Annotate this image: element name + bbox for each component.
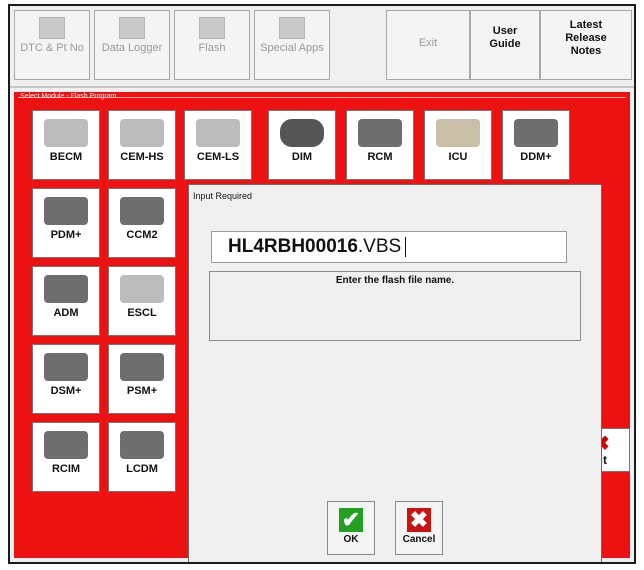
special-apps-icon [279,17,305,39]
text-caret [405,236,407,257]
module-label: CEM-HS [120,151,164,163]
module-label: LCDM [126,463,158,475]
data-logger-label: Data Logger [101,42,163,54]
module-image [514,119,558,147]
dialog-message: Enter the flash file name. [209,271,581,341]
exit-label: Exit [418,37,438,49]
module-dsm-plus[interactable]: DSM+ [32,344,100,414]
module-image [44,119,88,147]
module-label: DSM+ [50,385,82,397]
dtc-pt-button[interactable]: DTC & Pt No [14,10,90,80]
checkmark-icon: ✔ [339,508,363,532]
module-cem-ls[interactable]: CEM-LS [184,110,252,180]
latest-release-notes-label: Latest Release Notes [565,19,607,57]
module-image [120,353,164,381]
module-label: PDM+ [50,229,82,241]
module-lcdm[interactable]: LCDM [108,422,176,492]
module-image [120,197,164,225]
cancel-label: Cancel [402,534,436,545]
module-image [44,197,88,225]
input-value-bold: HL4RBH00016 [228,236,358,257]
module-label: ADM [53,307,79,319]
module-label: CCM2 [126,229,158,241]
module-rcm[interactable]: RCM [346,110,414,180]
data-logger-icon [119,17,145,39]
module-image [44,353,88,381]
special-apps-label: Special Apps [260,42,324,54]
module-image [44,431,88,459]
module-label: ICU [448,151,468,163]
module-psm-plus[interactable]: PSM+ [108,344,176,414]
user-guide-label: User Guide [489,25,521,50]
module-pdm-plus[interactable]: PDM+ [32,188,100,258]
module-image [120,275,164,303]
module-image [120,431,164,459]
cancel-x-icon: ✖ [407,508,431,532]
input-value-ext: .VBS [357,236,402,257]
module-image [280,119,324,147]
module-image [436,119,480,147]
module-label: DIM [291,151,313,163]
flash-label: Flash [198,42,226,54]
input-required-dialog: Input Required HL4RBH00016.VBS Enter the… [188,184,602,562]
dtc-label: DTC & Pt No [20,42,84,54]
module-ddm-plus[interactable]: DDM+ [502,110,570,180]
module-image [358,119,402,147]
module-becm[interactable]: BECM [32,110,100,180]
module-adm[interactable]: ADM [32,266,100,336]
ok-button[interactable]: ✔ OK [327,501,375,555]
module-image [196,119,240,147]
cancel-button[interactable]: ✖ Cancel [395,501,443,555]
special-apps-button[interactable]: Special Apps [254,10,330,80]
flash-file-name-input[interactable]: HL4RBH00016.VBS [211,231,567,263]
ok-label: OK [343,534,359,545]
exit-button[interactable]: Exit [386,10,470,80]
toolbar-separator [10,86,634,88]
module-ccm2[interactable]: CCM2 [108,188,176,258]
data-logger-button[interactable]: Data Logger [94,10,170,80]
module-dim[interactable]: DIM [268,110,336,180]
module-image [120,119,164,147]
toolbar: DTC & Pt No Data Logger Flash Special Ap… [10,6,634,88]
module-escl[interactable]: ESCL [108,266,176,336]
module-label: PSM+ [126,385,158,397]
module-image [44,275,88,303]
module-label: RCM [367,151,393,163]
panel-title: Select Module - Flash Program [20,93,117,100]
user-guide-button[interactable]: User Guide [470,10,540,80]
module-icu[interactable]: ICU [424,110,492,180]
flash-button[interactable]: Flash [174,10,250,80]
flash-icon [199,17,225,39]
module-label: BECM [49,151,83,163]
dtc-icon [39,17,65,39]
app-window: DTC & Pt No Data Logger Flash Special Ap… [8,4,636,564]
module-label: DDM+ [520,151,552,163]
module-label: ESCL [127,307,157,319]
module-label: CEM-LS [196,151,240,163]
dialog-title: Input Required [193,191,253,201]
module-label: RCIM [51,463,81,475]
latest-release-notes-button[interactable]: Latest Release Notes [540,10,632,80]
module-cem-hs[interactable]: CEM-HS [108,110,176,180]
module-rcim[interactable]: RCIM [32,422,100,492]
